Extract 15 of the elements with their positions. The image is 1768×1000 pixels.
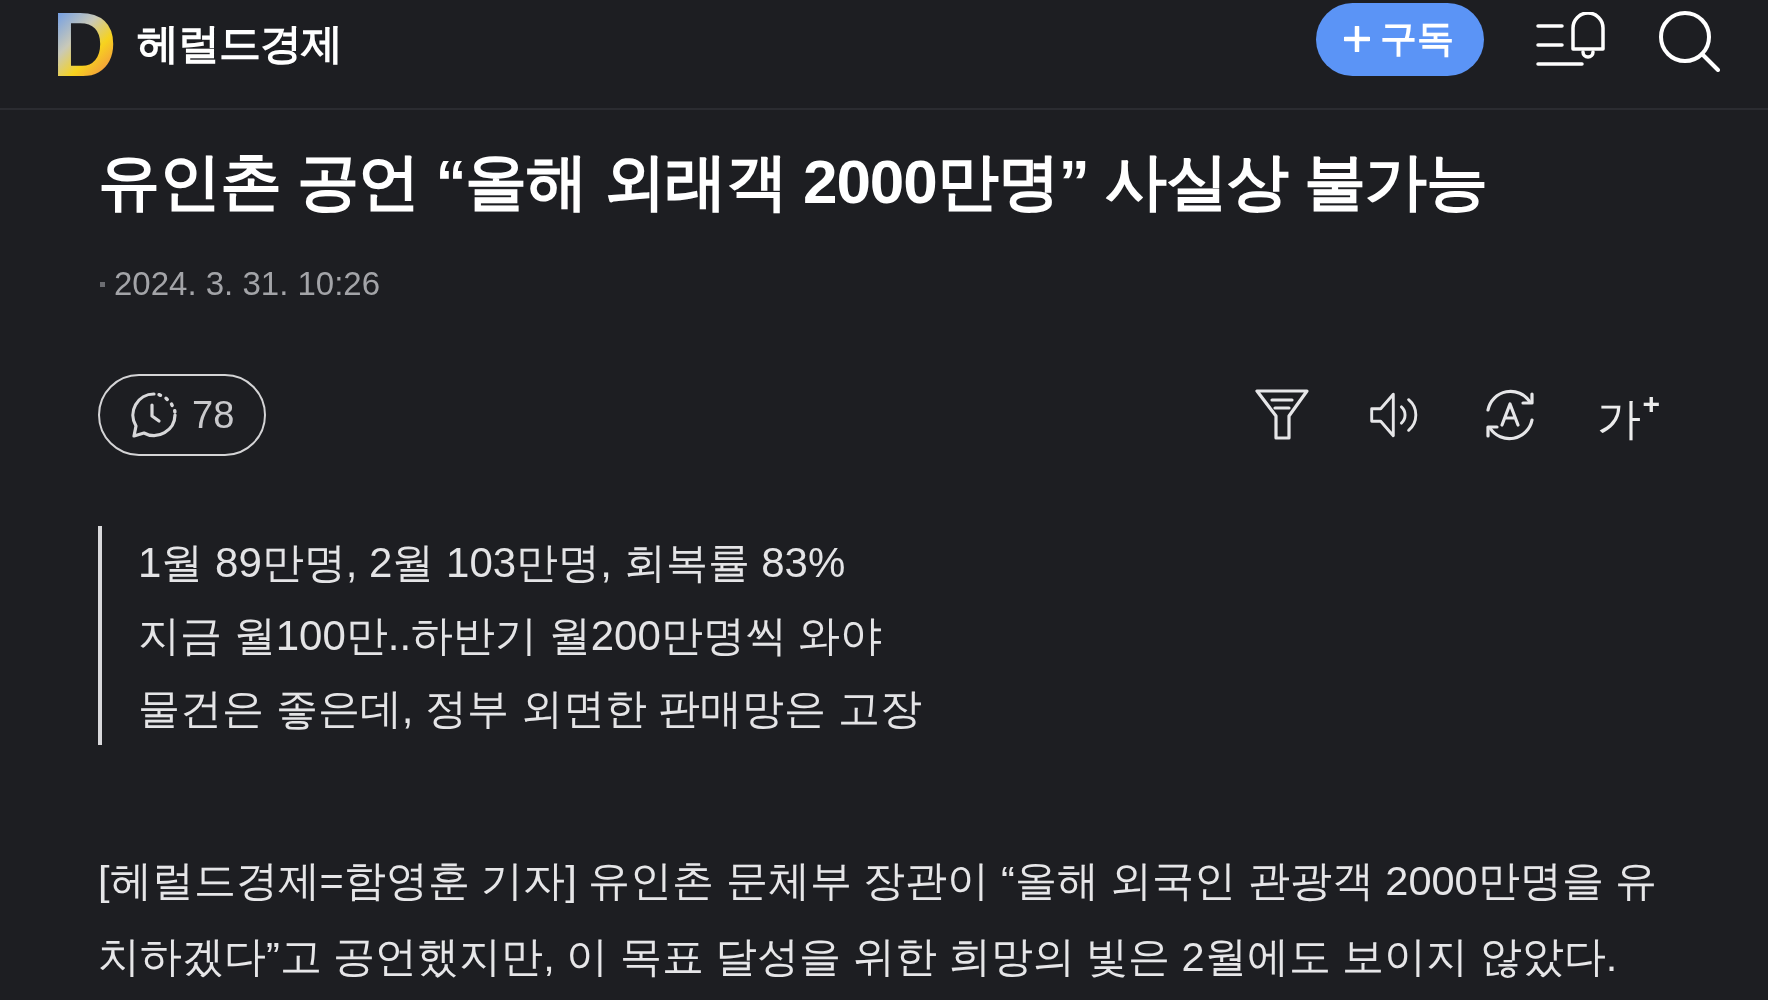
notification-bell-icon[interactable] [1536,12,1606,68]
search-icon[interactable] [1658,10,1720,72]
publish-date: 2024. 3. 31. 10:26 [114,265,381,303]
brand-name: 헤럴드경제 [137,19,342,69]
bullet-icon [100,281,105,287]
comments-button[interactable]: 78 [98,374,267,456]
summary-line: 물건은 좋은데, 정부 외면한 판매망은 고장 [138,684,923,734]
plus-icon [1344,26,1370,52]
summary-line: 1월 89만명, 2월 103만명, 회복률 83% [138,538,847,588]
article-title: 유인촌 공언 “올해 외래객 2000만명” 사실상 불가능 [98,146,1489,218]
text-size-button[interactable]: 가$^{+}$ [1597,389,1660,441]
summary-line: 지금 월100만..하반기 월200만명씩 와야 [138,611,884,661]
article-body: [헤럴드경제=함영훈 기자] 유인촌 문체부 장관이 “올해 외국인 관광객 2000만명을 유치하겠다”고 공언했지만, 이 목표 달성을 위한 희망의 빛은 2월에도 보이지 않았다. [98,856,1659,982]
chat-clock-icon [130,391,178,439]
filter-icon[interactable] [1255,388,1310,442]
